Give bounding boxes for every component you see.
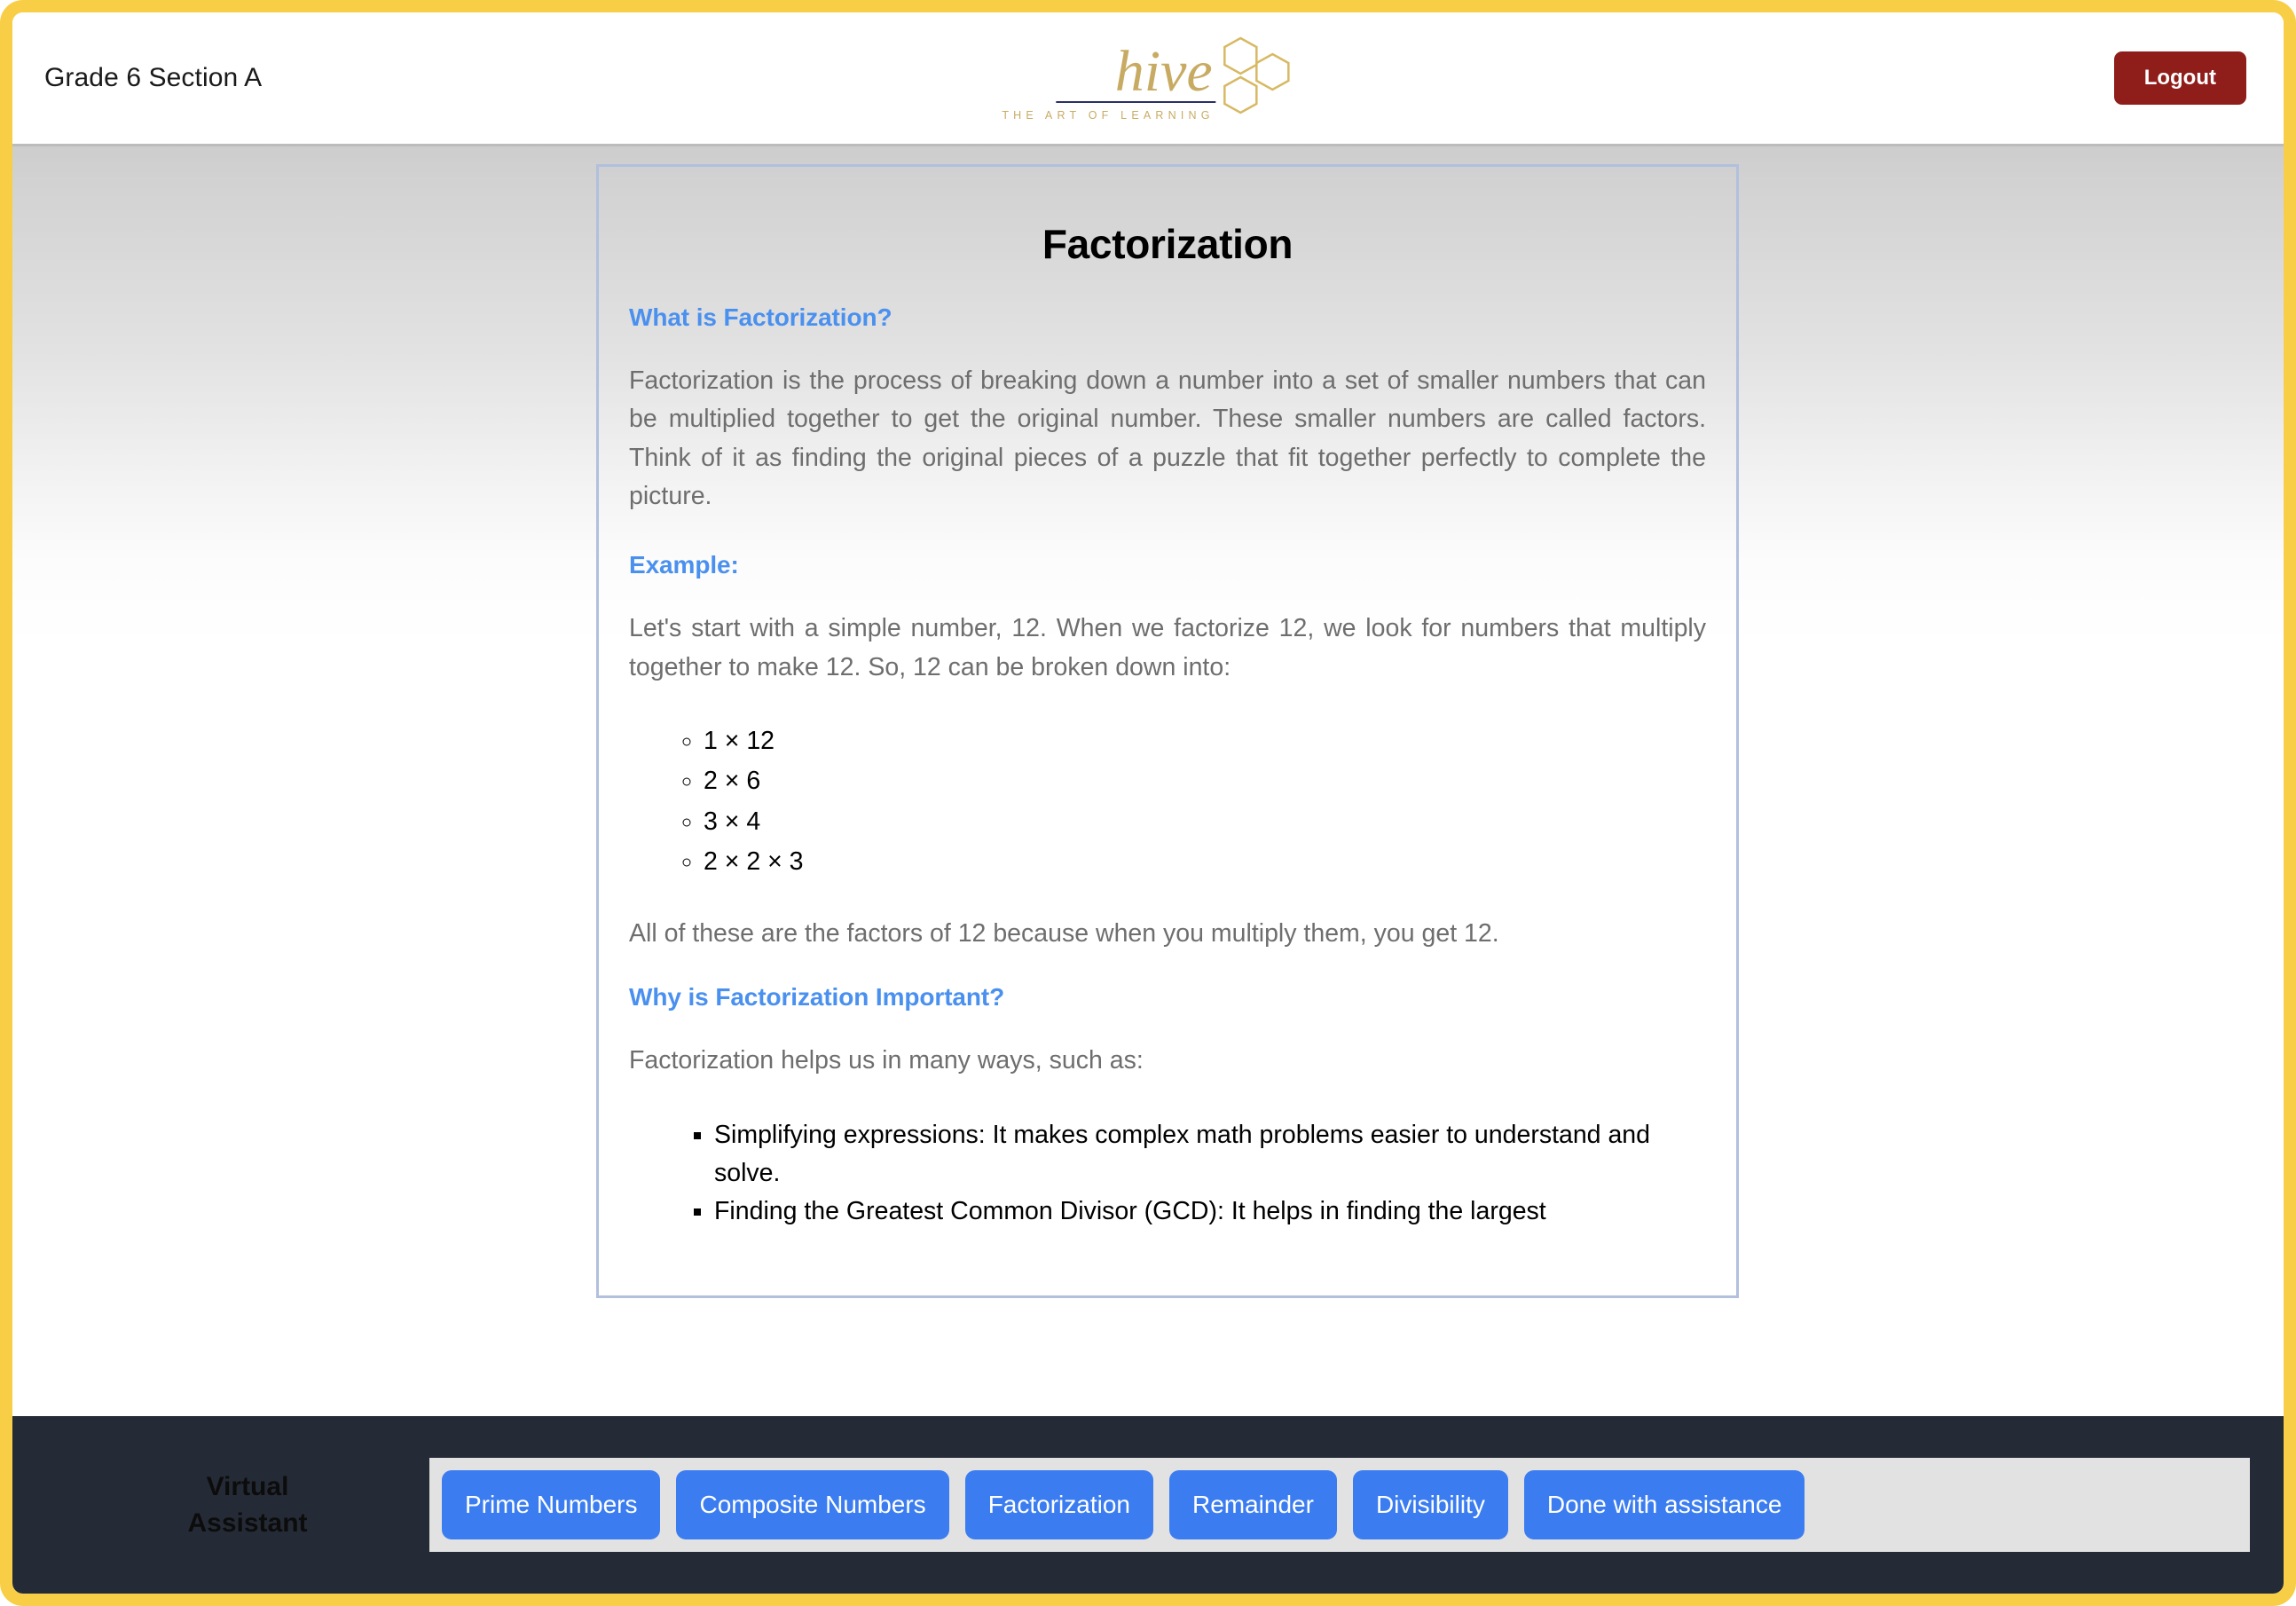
- section-heading: What is Factorization?: [629, 303, 892, 331]
- content-surface: Factorization What is Factorization? Fac…: [12, 144, 2284, 1416]
- virtual-assistant-label: Virtual Assistant: [12, 1468, 429, 1542]
- lesson-section-what-is: What is Factorization? Factorization is …: [629, 303, 1706, 516]
- hexagon-cluster-icon: [1218, 35, 1294, 120]
- factor-pairs-list: 1 × 12 2 × 6 3 × 4 2 × 2 × 3: [629, 722, 1706, 881]
- section-heading: Why is Factorization Important?: [629, 983, 1005, 1012]
- class-title: Grade 6 Section A: [44, 63, 263, 92]
- brand-logo: hive THE ART OF LEARNING: [1002, 35, 1293, 122]
- lesson-section-example: Example: Let's start with a simple numbe…: [629, 551, 1706, 953]
- app-frame: Grade 6 Section A hive THE ART OF LEARNI…: [0, 0, 2296, 1606]
- virtual-assistant-label-line2: Assistant: [187, 1508, 308, 1538]
- assistant-action-tray: Prime Numbers Composite Numbers Factoriz…: [429, 1458, 2250, 1552]
- list-item: Simplifying expressions: It makes comple…: [714, 1116, 1706, 1193]
- assistant-chip-prime-numbers[interactable]: Prime Numbers: [442, 1470, 661, 1539]
- virtual-assistant-label-line1: Virtual: [206, 1471, 289, 1501]
- section-heading: Example:: [629, 551, 739, 579]
- lesson-section-why-important: Why is Factorization Important? Factoriz…: [629, 983, 1706, 1231]
- importance-list: Simplifying expressions: It makes comple…: [629, 1116, 1706, 1232]
- assistant-chip-done-with-assistance[interactable]: Done with assistance: [1523, 1470, 1805, 1539]
- lesson-title: Factorization: [1042, 221, 1293, 267]
- lesson-card: Factorization What is Factorization? Fac…: [596, 164, 1739, 1298]
- assistant-chip-composite-numbers[interactable]: Composite Numbers: [676, 1470, 949, 1539]
- section-paragraph: Let's start with a simple number, 12. Wh…: [629, 614, 1706, 681]
- section-closing-text: All of these are the factors of 12 becau…: [629, 919, 1499, 949]
- list-item: 2 × 6: [704, 762, 1706, 800]
- virtual-assistant-bar: Virtual Assistant Prime Numbers Composit…: [12, 1416, 2284, 1594]
- list-item: 2 × 2 × 3: [704, 843, 1706, 881]
- list-item: 1 × 12: [704, 722, 1706, 760]
- logout-button[interactable]: Logout: [2113, 51, 2246, 105]
- brand-rule: [1056, 101, 1216, 103]
- section-paragraph: Factorization helps us in many ways, suc…: [629, 1046, 1144, 1075]
- brand-tagline: THE ART OF LEARNING: [1002, 109, 1215, 122]
- assistant-chip-factorization[interactable]: Factorization: [964, 1470, 1153, 1539]
- list-item: 3 × 4: [704, 803, 1706, 841]
- brand-wordmark: hive: [1114, 39, 1213, 105]
- section-paragraph: Factorization is the process of breaking…: [629, 366, 1706, 510]
- assistant-chip-remainder[interactable]: Remainder: [1168, 1470, 1337, 1539]
- brand-logo-text: hive THE ART OF LEARNING: [1002, 39, 1216, 122]
- app-header: Grade 6 Section A hive THE ART OF LEARNI…: [12, 12, 2284, 144]
- assistant-chip-divisibility[interactable]: Divisibility: [1352, 1470, 1508, 1539]
- list-item: Finding the Greatest Common Divisor (GCD…: [714, 1193, 1706, 1231]
